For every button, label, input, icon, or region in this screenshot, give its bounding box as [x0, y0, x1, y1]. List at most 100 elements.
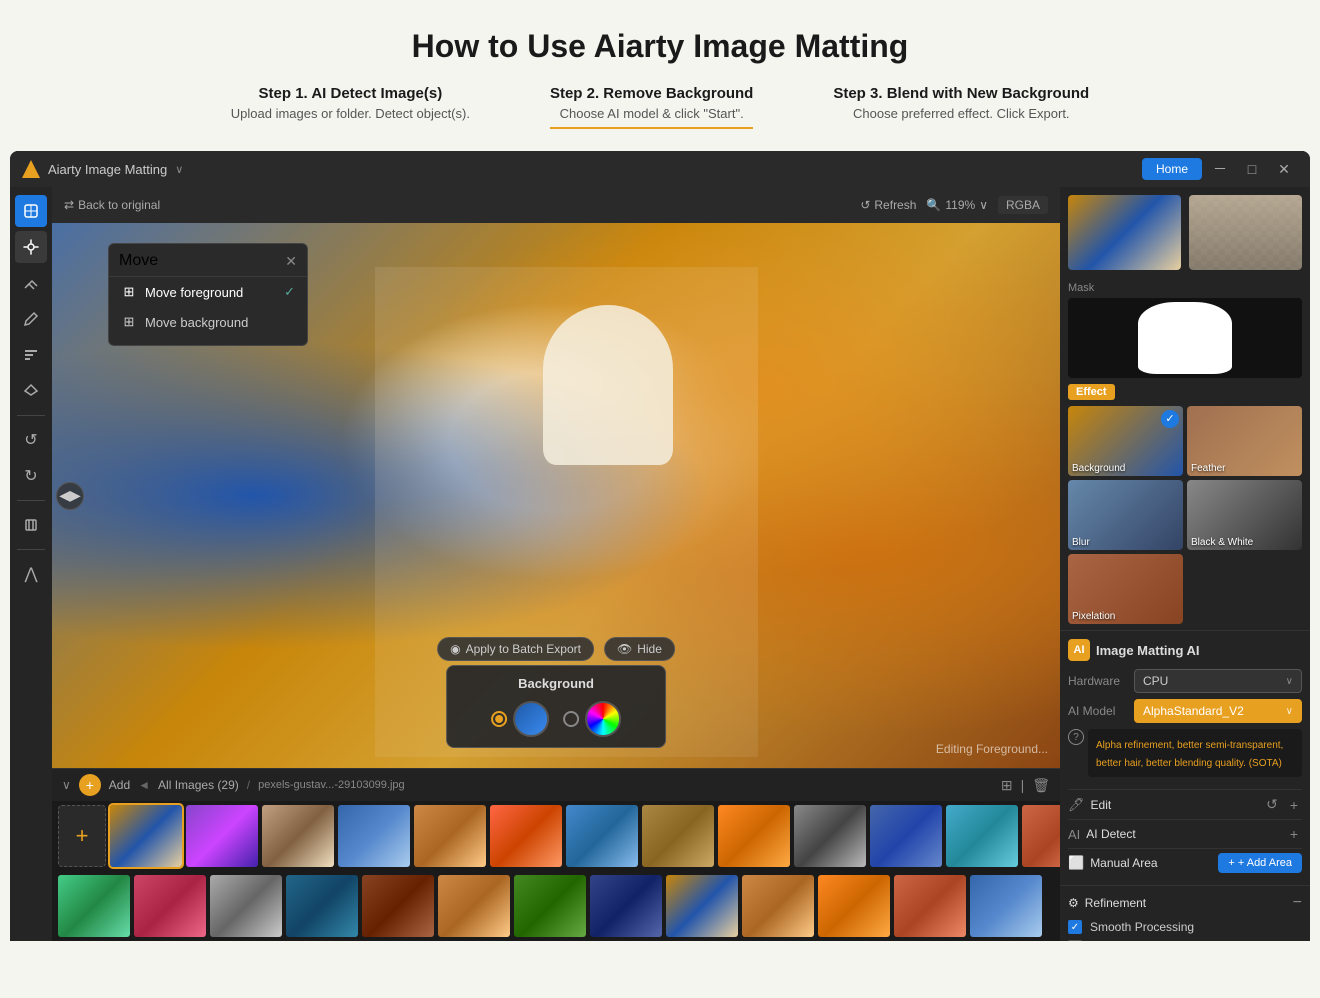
thumb-24[interactable] [818, 875, 890, 937]
thumb-17[interactable] [286, 875, 358, 937]
thumb-6[interactable] [490, 805, 562, 867]
thumb-22[interactable] [666, 875, 738, 937]
add-area-button[interactable]: + + Add Area [1218, 853, 1302, 873]
thumb-25[interactable] [894, 875, 966, 937]
effect-background[interactable]: Background [1068, 406, 1183, 476]
bg-color-radio[interactable] [491, 711, 507, 727]
minimize-button[interactable]: － [1206, 158, 1234, 180]
home-button[interactable]: Home [1142, 158, 1202, 180]
move-tool-button[interactable] [15, 231, 47, 263]
canvas-main[interactable]: Move ✕ ⊞ Move foreground ✓ ⊞ Move backgr… [52, 223, 1060, 768]
dropper-tool-button[interactable] [15, 375, 47, 407]
thumb-23[interactable] [742, 875, 814, 937]
bg-color-option[interactable] [491, 701, 549, 737]
select-tool-button[interactable] [15, 195, 47, 227]
fit-button[interactable] [15, 509, 47, 541]
thumb-19[interactable] [438, 875, 510, 937]
back-to-original-button[interactable]: ⇄ Back to original [64, 198, 160, 212]
add-area-plus-icon: + [1228, 857, 1234, 869]
thumb-8[interactable] [642, 805, 714, 867]
thumb-1[interactable] [110, 805, 182, 867]
move-popup-close-button[interactable]: ✕ [285, 253, 297, 270]
hide-button[interactable]: 👁 Hide [604, 637, 675, 661]
filmstrip-toggle-button[interactable]: ∨ [62, 778, 71, 792]
add-image-button[interactable]: + [58, 805, 106, 867]
edit-add-button[interactable]: + [1286, 794, 1302, 815]
thumb-14[interactable] [58, 875, 130, 937]
thumb-9[interactable] [718, 805, 790, 867]
check-icon: ✓ [284, 284, 295, 300]
step2: Step 2. Remove Background Choose AI mode… [550, 85, 753, 129]
background-panel-title: Background [463, 676, 649, 691]
move-foreground-option[interactable]: ⊞ Move foreground ✓ [109, 277, 307, 307]
filmstrip-grid-icon[interactable]: ⊞ [1001, 777, 1013, 794]
canvas-nav-left-button[interactable]: ◀▶ [56, 482, 84, 510]
redo-button[interactable]: ↻ [15, 460, 47, 492]
thumb-11[interactable] [870, 805, 942, 867]
thumb-2[interactable] [186, 805, 258, 867]
refinement-collapse-button[interactable]: − [1293, 894, 1302, 912]
apply-to-batch-button[interactable]: ◉ Apply to Batch Export [437, 637, 594, 661]
smooth-processing-checkbox[interactable] [1068, 920, 1082, 934]
bottom-overlay: ◉ Apply to Batch Export 👁 Hide Backgroun… [437, 637, 675, 748]
bg-wheel-option[interactable] [563, 701, 621, 737]
thumb-20[interactable] [514, 875, 586, 937]
filmstrip-right: ⊞ | 🗑 [1001, 777, 1050, 794]
effect-bw[interactable]: Black & White [1187, 480, 1302, 550]
move-background-option[interactable]: ⊞ Move background [109, 307, 307, 337]
erase-tool-button[interactable] [15, 267, 47, 299]
question-icon[interactable]: ? [1068, 729, 1084, 745]
thumb-4[interactable] [338, 805, 410, 867]
edit-undo-button[interactable]: ↺ [1262, 794, 1282, 815]
filmstrip-delete-button[interactable]: 🗑 [1032, 777, 1050, 794]
mask-silhouette [1138, 302, 1232, 374]
effect-badge: Effect [1068, 384, 1115, 400]
paint-tool-button[interactable] [15, 339, 47, 371]
thumb-5[interactable] [414, 805, 486, 867]
ai-model-select[interactable]: AlphaStandard_V2 ∨ [1134, 699, 1302, 723]
brush-tool-button[interactable] [15, 303, 47, 335]
thumb-15[interactable] [134, 875, 206, 937]
toolbar-separator-2 [17, 500, 45, 501]
thumb-21[interactable] [590, 875, 662, 937]
step1: Step 1. AI Detect Image(s) Upload images… [231, 85, 470, 129]
outline-emphasis-checkbox[interactable] [1068, 940, 1082, 941]
thumb-16[interactable] [210, 875, 282, 937]
bg-color-wheel[interactable] [585, 701, 621, 737]
refresh-button[interactable]: ↺ Refresh [860, 198, 916, 212]
smooth-processing-row: Smooth Processing [1068, 920, 1302, 934]
ai-detect-add-button[interactable]: + [1286, 824, 1302, 844]
thumb-18[interactable] [362, 875, 434, 937]
hardware-select[interactable]: CPU ∨ [1134, 669, 1302, 693]
filmstrip-area: ∨ + Add ◄ All Images (29) / pexels-gusta… [52, 768, 1060, 941]
manual-area-label: ⬜ Manual Area [1068, 855, 1218, 871]
step3: Step 3. Blend with New Background Choose… [833, 85, 1089, 129]
right-panel: Mask Effect Background Feather Blur [1060, 187, 1310, 941]
app-title: Aiarty Image Matting [48, 162, 167, 177]
effect-pixel[interactable]: Pixelation [1068, 554, 1183, 624]
thumb-12[interactable] [946, 805, 1018, 867]
thumb-26[interactable] [970, 875, 1042, 937]
maximize-button[interactable]: □ [1238, 158, 1266, 180]
undo-button[interactable]: ↺ [15, 424, 47, 456]
zoom-display: 🔍 119% ∨ [926, 198, 988, 212]
bg-options [463, 701, 649, 737]
thumb-13[interactable] [1022, 805, 1060, 867]
effect-blur-label: Blur [1072, 537, 1090, 548]
filmstrip-add-button[interactable]: + [79, 774, 101, 796]
preview-original [1068, 195, 1181, 270]
divider-3 [1068, 848, 1302, 849]
thumb-7[interactable] [566, 805, 638, 867]
effect-feather[interactable]: Feather [1187, 406, 1302, 476]
ai-panel-header: AI Image Matting AI [1068, 639, 1302, 661]
expand-button[interactable]: ⋀ [15, 558, 47, 590]
thumb-10[interactable] [794, 805, 866, 867]
thumb-3[interactable] [262, 805, 334, 867]
bg-color-swatch[interactable] [513, 701, 549, 737]
close-button[interactable]: ✕ [1270, 158, 1298, 180]
left-toolbar: ↺ ↻ ⋀ [10, 187, 52, 941]
ai-panel: AI Image Matting AI Hardware CPU ∨ AI Mo… [1060, 630, 1310, 885]
effect-blur[interactable]: Blur [1068, 480, 1183, 550]
zoom-icon: 🔍 [926, 198, 941, 212]
bg-wheel-radio[interactable] [563, 711, 579, 727]
